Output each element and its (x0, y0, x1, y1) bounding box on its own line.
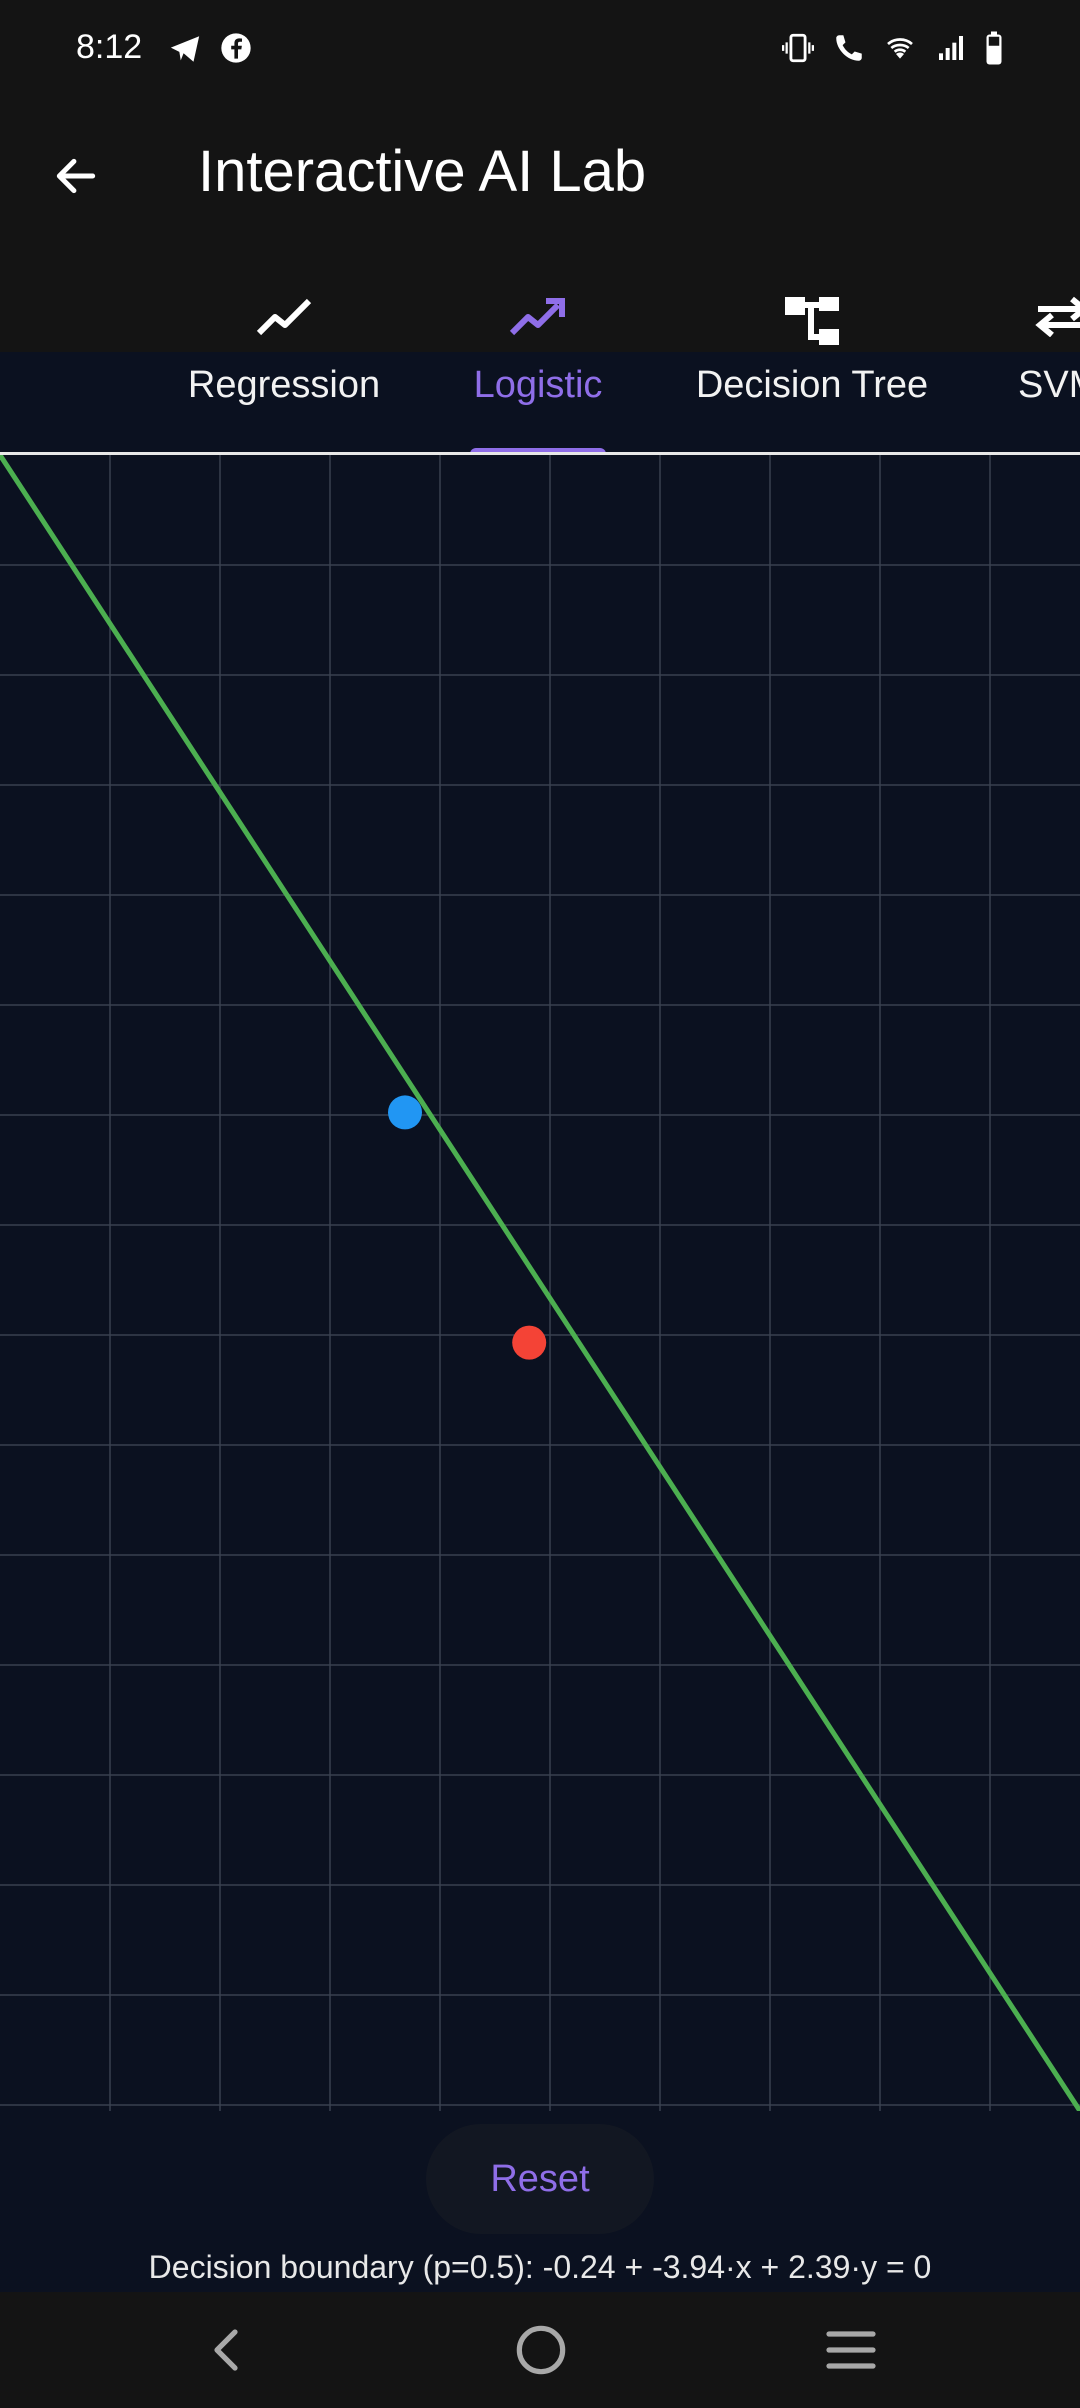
tree-structure-icon (783, 295, 841, 352)
nav-back-button[interactable] (182, 2314, 272, 2386)
swap-arrows-icon (1034, 295, 1080, 342)
nav-home-button[interactable] (496, 2314, 586, 2386)
tab-svm[interactable]: SVM (1010, 185, 1080, 453)
tab-logistic[interactable]: Logistic (450, 185, 626, 453)
tab-regression[interactable]: Regression (170, 185, 398, 453)
tab-label-regression: Regression (187, 364, 381, 406)
vibrate-icon (780, 31, 816, 70)
tab-label-logistic: Logistic (473, 364, 603, 406)
red-data-point[interactable] (512, 1325, 547, 1360)
plot-area[interactable] (0, 455, 1080, 2111)
tab-label-decision-tree: Decision Tree (695, 364, 929, 406)
facebook-icon (220, 32, 252, 71)
status-right-icons (780, 30, 1004, 71)
status-left-icons (168, 32, 252, 71)
system-nav-bar (0, 2292, 1080, 2408)
tab-bar: Regression Logistic Decision Tree SVM (0, 185, 1080, 456)
chevron-left-icon (214, 2329, 238, 2371)
blue-data-point[interactable] (388, 1095, 422, 1130)
tab-label-svm: SVM (1018, 364, 1080, 406)
telegram-icon (168, 32, 202, 71)
wifi-icon (882, 32, 918, 69)
menu-lines-icon (826, 2331, 876, 2369)
signal-icon (934, 32, 968, 69)
tab-decision-tree[interactable]: Decision Tree (684, 185, 940, 453)
home-circle-icon (516, 2325, 566, 2375)
nav-recents-button[interactable] (806, 2314, 896, 2386)
status-bar: 8:12 (0, 0, 1080, 100)
decision-boundary-line (0, 455, 1080, 2111)
status-time: 8:12 (76, 28, 143, 66)
line-chart-icon (255, 295, 313, 342)
wifi-call-icon (832, 31, 866, 70)
plot-canvas[interactable] (0, 455, 1080, 2111)
trending-up-icon (508, 295, 568, 342)
battery-icon (984, 30, 1004, 71)
decision-boundary-text: Decision boundary (p=0.5): -0.24 + -3.94… (148, 2249, 932, 2285)
reset-button[interactable]: Reset (426, 2124, 654, 2234)
